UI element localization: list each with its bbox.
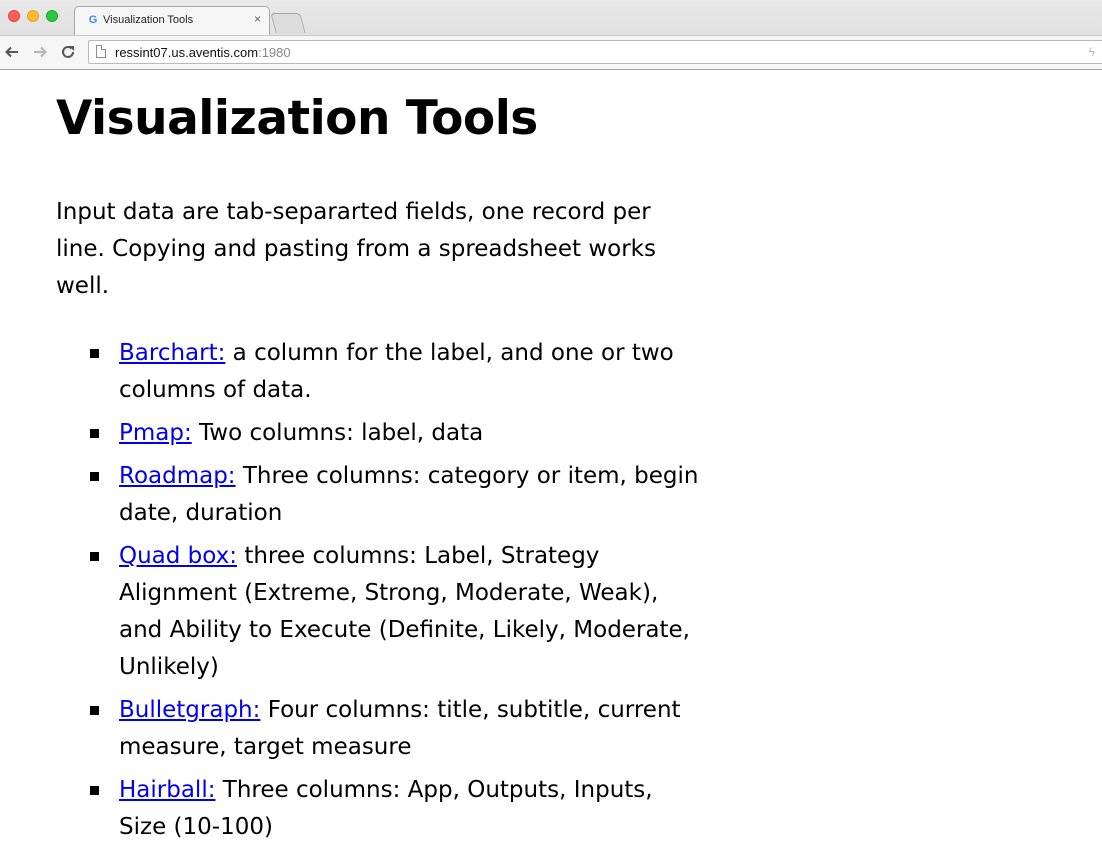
page-content: Visualization Tools Input data are tab-s… [56, 70, 716, 852]
list-item-barchart: Barchart: a column for the label, and on… [90, 335, 704, 409]
bullet-icon [90, 472, 99, 481]
close-window-button[interactable] [8, 10, 20, 22]
forward-button[interactable] [30, 42, 50, 62]
url-text: ressint07.us.aventis.com:1980 [115, 45, 291, 60]
quad-box-link[interactable]: Quad box: [119, 543, 237, 569]
back-button[interactable] [2, 42, 22, 62]
roadmap-link[interactable]: Roadmap: [119, 463, 236, 489]
browser-chrome: G Visualization Tools × ressint07.us.ave… [0, 0, 1102, 70]
url-host: ressint07.us.aventis.com [115, 45, 259, 60]
bullet-icon [90, 706, 99, 715]
google-icon: G [88, 14, 98, 26]
pmap-link[interactable]: Pmap: [119, 420, 192, 446]
barchart-link[interactable]: Barchart: [119, 340, 225, 366]
tools-list: Barchart: a column for the label, and on… [56, 335, 716, 846]
arrow-left-icon [5, 46, 18, 58]
maximize-window-button[interactable] [46, 10, 58, 22]
close-tab-icon[interactable]: × [254, 12, 261, 26]
address-bar[interactable]: ressint07.us.aventis.com:1980 ϟ [88, 40, 1102, 64]
browser-tab[interactable]: G Visualization Tools × [74, 6, 270, 35]
list-item-quad-box: Quad box: three columns: Label, Strategy… [90, 538, 704, 686]
bullet-icon [90, 349, 99, 358]
tab-title: Visualization Tools [103, 14, 194, 26]
new-tab-button[interactable] [270, 13, 306, 33]
list-item-hairball: Hairball: Three columns: App, Outputs, I… [90, 772, 704, 846]
bullet-icon [90, 552, 99, 561]
bulletgraph-link[interactable]: Bulletgraph: [119, 697, 260, 723]
pmap-description: Two columns: label, data [191, 420, 484, 446]
hairball-link[interactable]: Hairball: [119, 777, 215, 803]
reload-icon [62, 45, 74, 58]
bullet-icon [90, 786, 99, 795]
list-item-pmap: Pmap: Two columns: label, data [90, 415, 704, 452]
intro-paragraph: Input data are tab-separarted fields, on… [56, 199, 656, 299]
window-controls [8, 10, 58, 22]
reload-button[interactable] [58, 42, 78, 62]
bullet-icon [90, 429, 99, 438]
list-item-bulletgraph: Bulletgraph: Four columns: title, subtit… [90, 692, 704, 766]
bolt-icon[interactable]: ϟ [1089, 45, 1095, 59]
minimize-window-button[interactable] [27, 10, 39, 22]
list-item-roadmap: Roadmap: Three columns: category or item… [90, 458, 704, 532]
page-title: Visualization Tools [56, 91, 538, 146]
page-icon [96, 45, 106, 58]
arrow-right-icon [34, 46, 47, 58]
browser-toolbar: ressint07.us.aventis.com:1980 ϟ [0, 35, 1102, 69]
url-port: :1980 [258, 45, 291, 60]
